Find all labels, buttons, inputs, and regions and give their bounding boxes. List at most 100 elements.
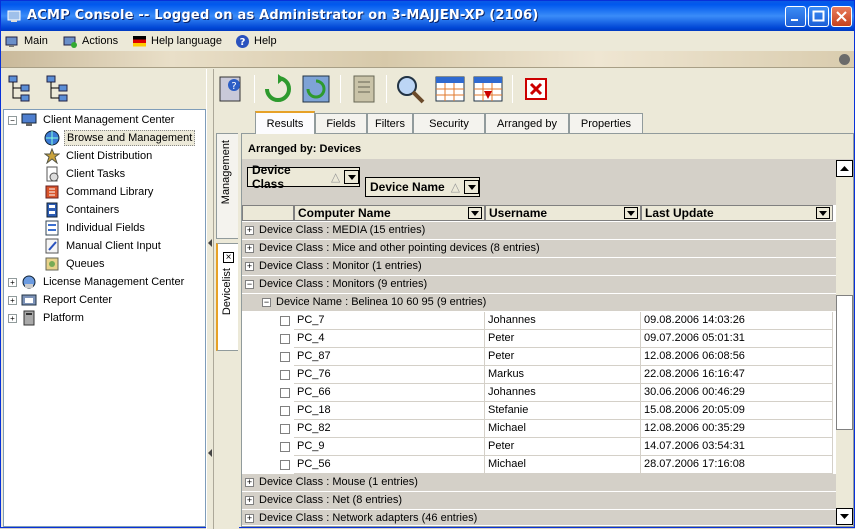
tab-security[interactable]: Security [413,113,485,133]
close-devicelist-icon[interactable]: × [223,252,234,263]
scroll-thumb[interactable] [836,295,853,430]
tree-item-platform[interactable]: + Platform [8,309,86,327]
maximize-button[interactable] [808,6,829,27]
group-box-label: Device Name [370,180,445,194]
vertical-scrollbar[interactable] [836,160,853,526]
collapse-left-arrow-icon[interactable] [208,449,212,457]
row-checkbox[interactable] [280,442,290,452]
tab-fields[interactable]: Fields [315,113,367,133]
row-checkbox[interactable] [280,406,290,416]
tree-item-command-library[interactable]: Command Library [44,183,155,201]
group-row[interactable]: + Device Class : Net (8 entries) [242,492,836,510]
table-row[interactable]: PC_18 Stefanie 15.08.2006 20:05:09 [242,402,836,420]
dropdown-icon[interactable] [816,207,830,219]
tasks-icon [46,166,59,182]
tab-properties[interactable]: Properties [569,113,643,133]
expand-toggle[interactable]: + [245,262,254,271]
row-checkbox[interactable] [280,460,290,470]
dropdown-icon[interactable] [344,170,359,184]
expand-toggle[interactable]: + [245,226,254,235]
scroll-down-button[interactable] [836,508,853,525]
collapse-tree-icon[interactable] [45,73,77,105]
row-checkbox[interactable] [280,424,290,434]
row-checkbox[interactable] [280,316,290,326]
collapse-toggle[interactable]: − [8,115,17,125]
table-row[interactable]: PC_82 Michael 12.08.2006 00:35:29 [242,420,836,438]
query-wizard-icon[interactable]: ? [216,73,248,105]
table-row[interactable]: PC_66 Johannes 30.06.2006 00:46:29 [242,384,836,402]
panel-splitter[interactable] [206,69,214,529]
expand-toggle[interactable]: + [245,496,254,505]
menu-help[interactable]: ? Help [235,33,277,49]
collapse-toggle[interactable]: − [262,298,271,307]
tab-results[interactable]: Results [255,111,315,134]
tree-item-containers[interactable]: Containers [44,201,121,219]
tree-item-client-distribution[interactable]: Client Distribution [44,147,154,165]
group-row[interactable]: + Device Class : Network adapters (46 en… [242,510,836,526]
row-checkbox[interactable] [280,370,290,380]
column-header-computer-name[interactable]: Computer Name [294,205,485,221]
group-row[interactable]: + Device Class : Monitor (1 entries) [242,258,836,276]
table-row[interactable]: PC_7 Johannes 09.08.2006 14:03:26 [242,312,836,330]
table-row[interactable]: PC_9 Peter 14.07.2006 03:54:31 [242,438,836,456]
notes-icon[interactable] [348,73,380,105]
scroll-up-button[interactable] [836,160,853,177]
vtab-devicelist[interactable]: × Devicelist [216,243,238,351]
tree-item-license-management-center[interactable]: + License Management Center [8,273,186,291]
row-checkbox[interactable] [280,388,290,398]
menu-actions[interactable]: Actions [63,33,118,49]
collapse-banner-icon[interactable] [839,54,850,65]
menu-main[interactable]: Main [5,33,48,49]
subgroup-row[interactable]: − Device Name : Belinea 10 60 95 (9 entr… [242,294,836,312]
dropdown-icon[interactable] [468,207,482,219]
grid-export-icon[interactable] [472,73,504,105]
group-row-label: Device Class : Monitors (9 entries) [259,278,428,290]
row-checkbox[interactable] [280,334,290,344]
table-row[interactable]: PC_4 Peter 09.07.2006 05:01:31 [242,330,836,348]
expand-toggle[interactable]: + [245,478,254,487]
tree-item-individual-fields[interactable]: Individual Fields [44,219,147,237]
dropdown-icon[interactable] [463,180,479,194]
group-box-device-class[interactable]: Device Class △ [247,163,360,191]
tree-item-report-center[interactable]: + Report Center [8,291,114,309]
group-box-label: Device Class [252,163,291,191]
expand-toggle[interactable]: + [8,313,17,323]
group-row[interactable]: + Device Class : Mouse (1 entries) [242,474,836,492]
expand-toggle[interactable]: + [8,277,17,287]
tree-item-browse-and-management[interactable]: Browse and Management [44,129,196,147]
vtab-devicelist-label: Devicelist [221,268,233,316]
vtab-management[interactable]: Management [216,133,238,239]
table-row[interactable]: PC_87 Peter 12.08.2006 06:08:56 [242,348,836,366]
group-row[interactable]: − Device Class : Monitors (9 entries) [242,276,836,294]
close-button[interactable] [831,6,852,27]
tab-arranged-by[interactable]: Arranged by [485,113,569,133]
tree-item-queues[interactable]: Queues [44,255,107,273]
minimize-button[interactable] [785,6,806,27]
group-row[interactable]: + Device Class : Mice and other pointing… [242,240,836,258]
grid-edit-icon[interactable] [434,73,466,105]
banner-strip [1,51,854,68]
expand-toggle[interactable]: + [245,244,254,253]
search-icon[interactable] [394,73,426,105]
expand-toggle[interactable]: + [245,514,254,523]
table-row[interactable]: PC_76 Markus 22.08.2006 16:16:47 [242,366,836,384]
tree-item-client-management-center[interactable]: − Client Management Center [8,111,176,129]
tree-item-client-tasks[interactable]: Client Tasks [44,165,127,183]
collapse-toggle[interactable]: − [245,280,254,289]
dropdown-icon[interactable] [624,207,638,219]
tab-filters[interactable]: Filters [367,113,413,133]
row-checkbox[interactable] [280,352,290,362]
column-header-username[interactable]: Username [485,205,641,221]
expand-tree-icon[interactable] [7,73,39,105]
column-header-last-update[interactable]: Last Update [641,205,833,221]
refresh-all-icon[interactable] [300,73,332,105]
expand-toggle[interactable]: + [8,295,17,305]
tree-item-manual-client-input[interactable]: Manual Client Input [44,237,163,255]
refresh-icon[interactable] [262,73,294,105]
group-box-device-name[interactable]: Device Name △ [365,177,480,197]
menu-help-language[interactable]: Help language [132,33,222,49]
collapse-left-arrow-icon[interactable] [208,239,212,247]
group-row[interactable]: + Device Class : MEDIA (15 entries) [242,222,836,240]
delete-icon[interactable] [520,73,552,105]
table-row[interactable]: PC_56 Michael 28.07.2006 17:16:08 [242,456,836,474]
